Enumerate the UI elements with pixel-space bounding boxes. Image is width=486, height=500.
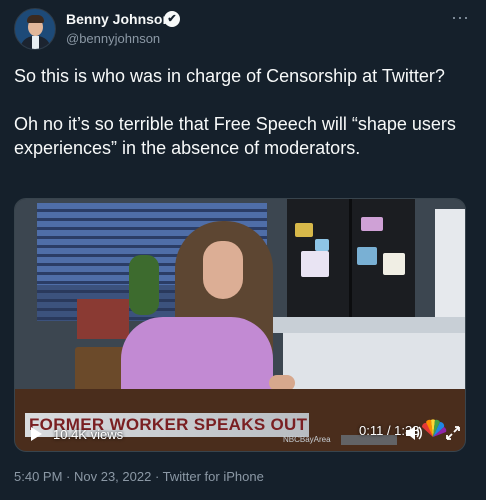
video-cabinet-upper	[435, 209, 465, 319]
tweet-time[interactable]: 5:40 PM	[14, 469, 62, 484]
video-fridge	[287, 199, 415, 319]
expand-icon[interactable]	[445, 425, 461, 444]
video-person-face	[203, 241, 243, 299]
fridge-magnet-2	[315, 239, 329, 251]
fridge-magnet-5	[357, 247, 377, 265]
channel-tag: NBCBayArea	[283, 435, 331, 444]
tweet-source[interactable]: Twitter for iPhone	[151, 469, 263, 484]
tweet-paragraph-2: Oh no it’s so terrible that Free Speech …	[14, 114, 456, 158]
video-plant	[129, 255, 159, 315]
tweet-paragraph-1: So this is who was in charge of Censorsh…	[14, 66, 445, 86]
tweet-text: So this is who was in charge of Censorsh…	[14, 64, 474, 160]
avatar-hair	[27, 15, 44, 23]
tweet-meta: 5:40 PMNov 23, 2022Twitter for iPhone	[14, 469, 264, 484]
fridge-door-gap	[349, 199, 352, 319]
video-player[interactable]: FORMER WORKER SPEAKS OUT NBCBayArea 10.4…	[14, 198, 466, 452]
fridge-magnet-1	[295, 223, 313, 237]
video-shelf-box	[77, 299, 129, 339]
avatar-shirt	[32, 36, 39, 49]
nbc-peacock-logo-icon	[419, 419, 447, 439]
play-icon[interactable]	[31, 427, 42, 441]
author-avatar[interactable]	[14, 8, 56, 50]
author-name[interactable]: Benny Johnson	[66, 11, 171, 27]
more-options-icon[interactable]: ···	[448, 8, 472, 28]
video-counter	[259, 317, 465, 333]
video-cabinet	[283, 333, 465, 397]
author-handle[interactable]: @bennyjohnson	[66, 31, 160, 46]
view-count: 10.4K views	[53, 427, 124, 442]
fridge-magnet-6	[383, 253, 405, 275]
verified-badge-icon: ✔	[164, 11, 180, 27]
tweet-date[interactable]: Nov 23, 2022	[62, 469, 151, 484]
fridge-magnet-3	[301, 251, 329, 277]
fridge-magnet-4	[361, 217, 383, 231]
